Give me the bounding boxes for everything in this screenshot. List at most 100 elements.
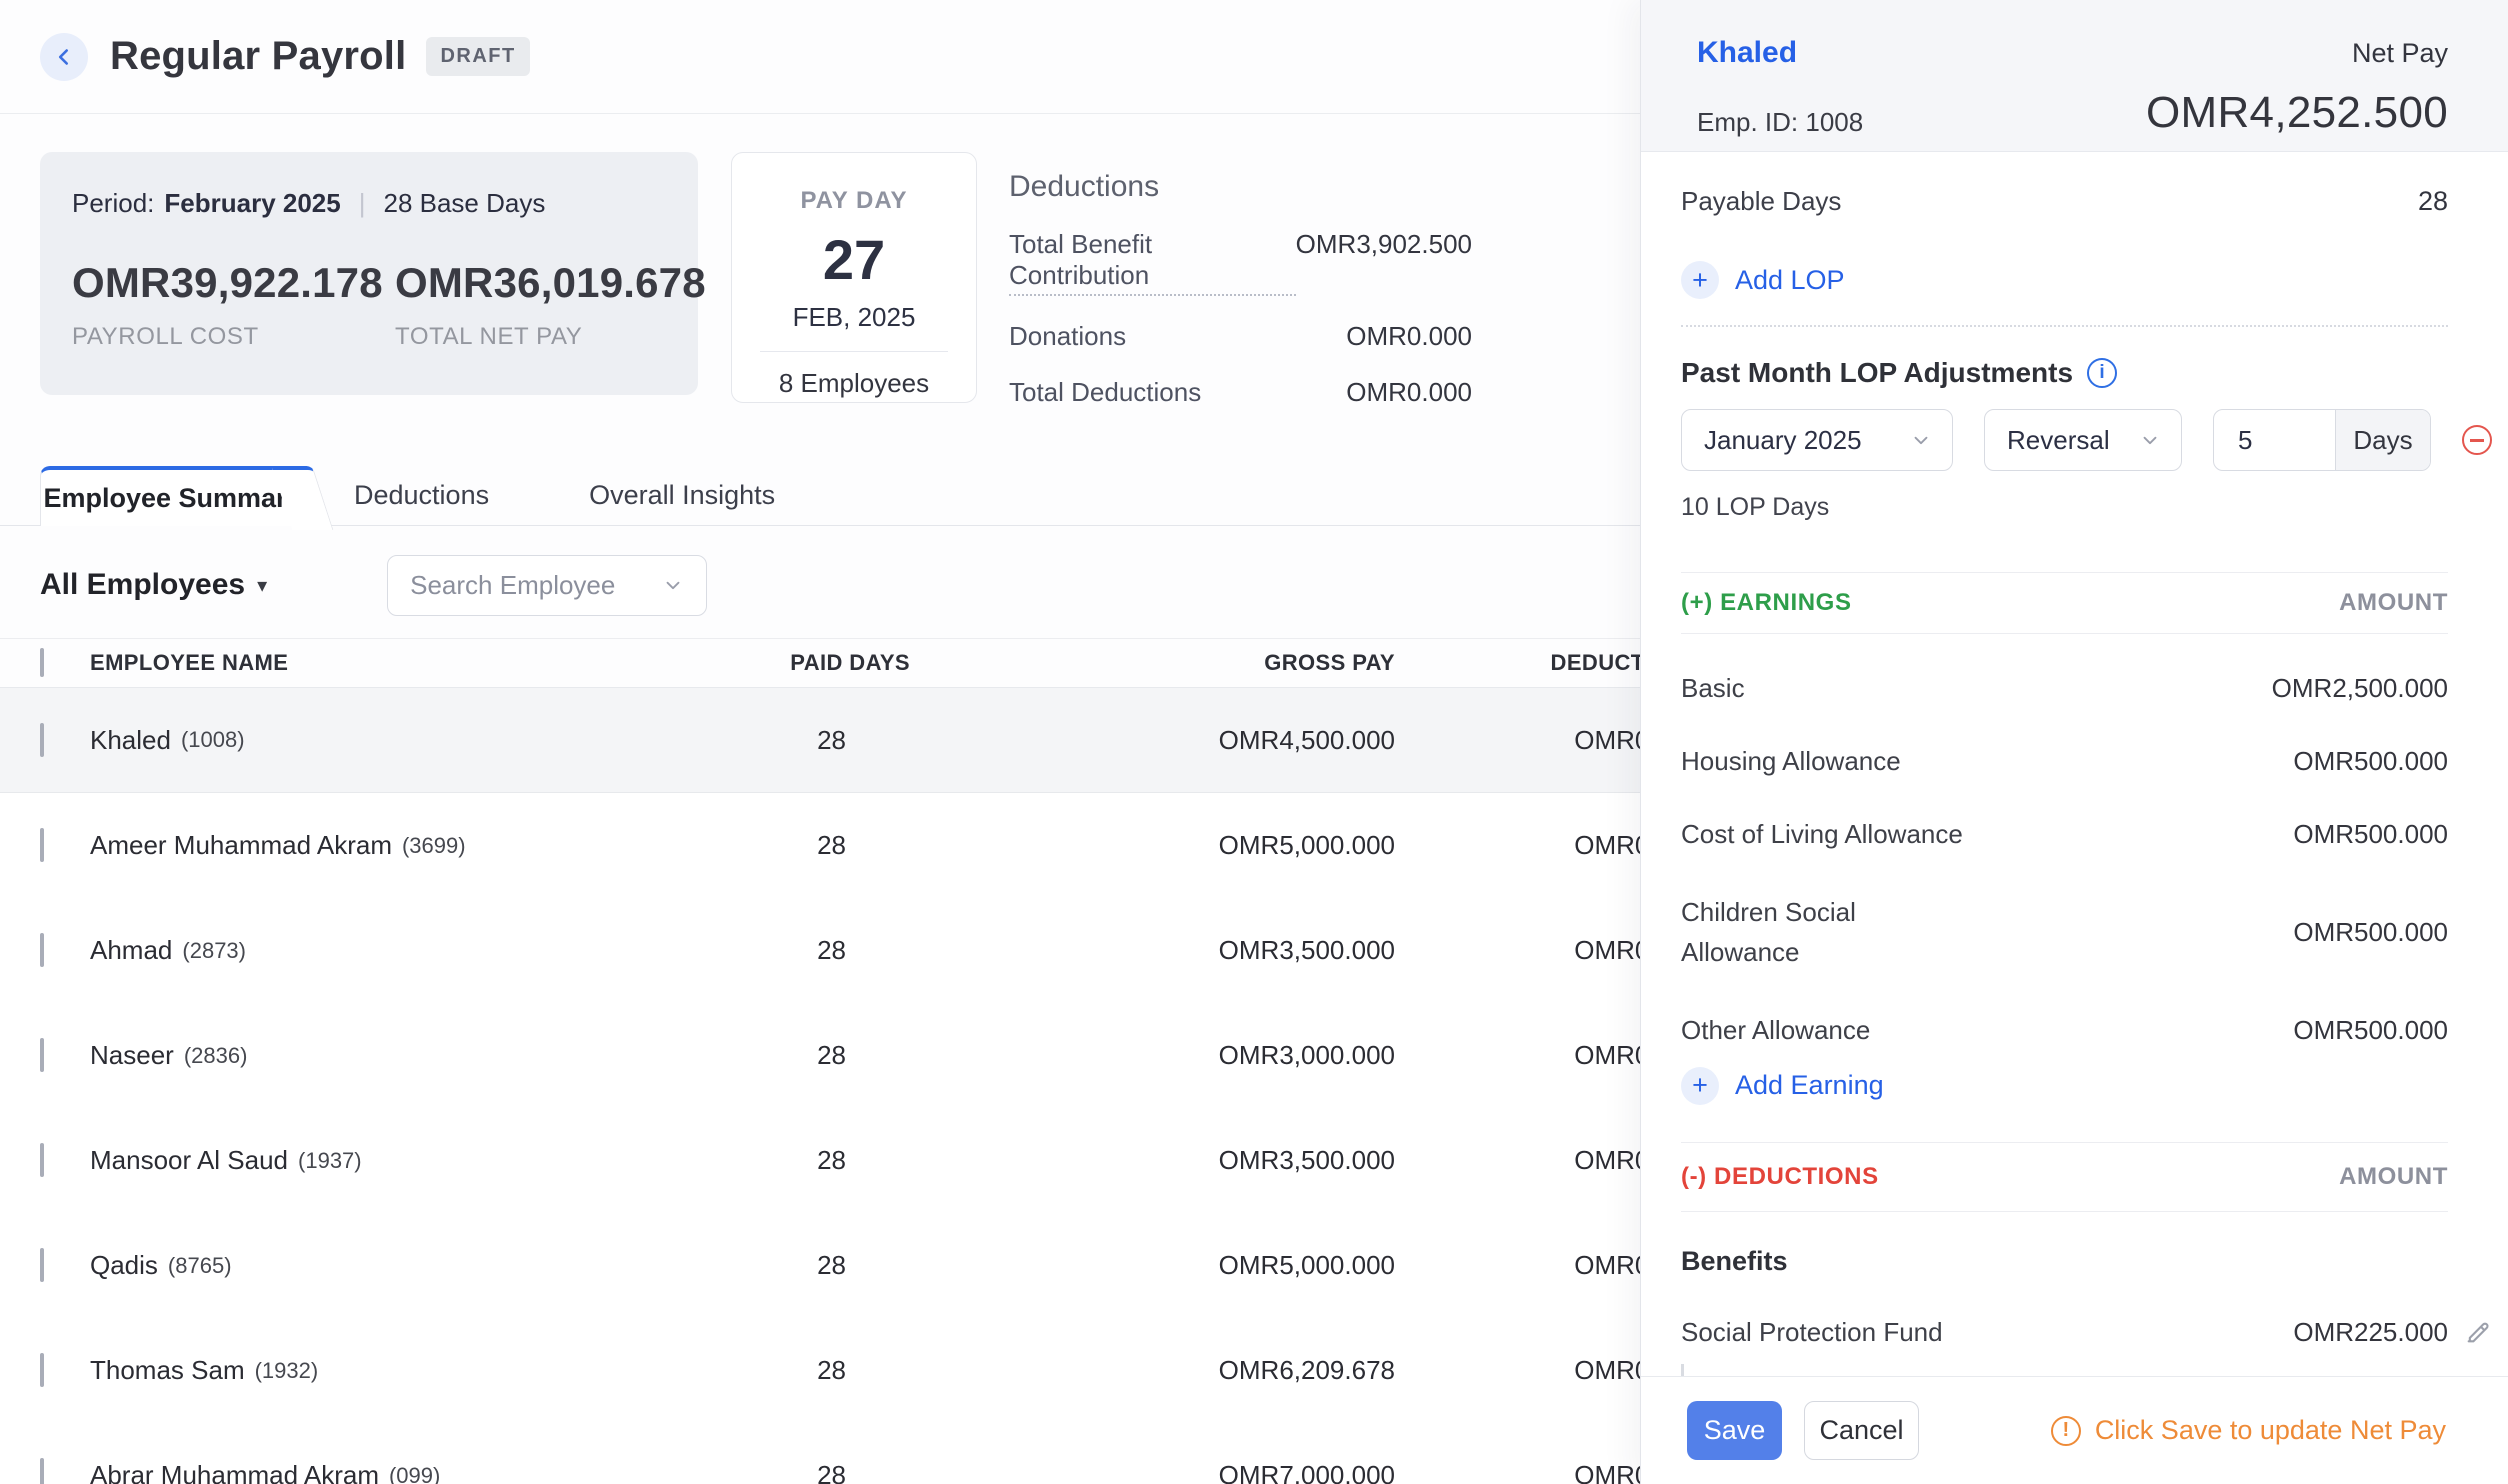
lop-days-input[interactable]: 5 [2214,410,2335,470]
gross-pay-value: OMR4,500.000 [910,725,1395,756]
period-value: February 2025 [164,188,340,219]
employee-id: (099) [389,1463,440,1484]
table-body: Khaled (1008) 28 OMR4,500.000 OMR0.000 A… [0,688,1740,1484]
employee-name: Abrar Muhammad Akram [90,1460,379,1484]
payroll-cost-figure: OMR39,922.178 PAYROLL COST [72,259,395,351]
table-row[interactable]: Mansoor Al Saud (1937) 28 OMR3,500.000 O… [0,1108,1740,1213]
add-earning-button[interactable]: + Add Earning [1681,1067,2448,1105]
employee-table: EMPLOYEE NAME PAID DAYS GROSS PAY DEDUCT… [0,638,1740,1484]
row-checkbox[interactable] [40,828,44,862]
tab-deductions[interactable]: Deductions [304,466,539,525]
chevron-down-icon [1910,429,1932,451]
gross-pay-value: OMR3,500.000 [910,935,1395,966]
lop-days-input-group: 5 Days [2213,409,2431,471]
deductions-summary-rows: Total Benefit Contribution OMR3,902.500 … [1009,229,1472,408]
warning-icon: ! [2051,1416,2081,1446]
table-row[interactable]: Qadis (8765) 28 OMR5,000.000 OMR0.000 [0,1213,1740,1318]
panel-body: Payable Days 28 + Add LOP Past Month LOP… [1641,186,2508,1411]
payday-card: PAY DAY 27 FEB, 2025 8 Employees [731,152,977,403]
info-icon[interactable]: i [2087,358,2117,388]
row-checkbox[interactable] [40,1248,44,1282]
back-button[interactable] [40,33,88,81]
paid-days-value: 28 [650,1040,910,1071]
earning-value: OMR500.000 [2293,1015,2448,1046]
earning-row: Other Allowance OMR500.000 [1681,994,2448,1067]
employee-id: (1008) [181,727,245,753]
earning-value: OMR500.000 [2293,917,2448,948]
lop-type-select[interactable]: Reversal [1984,409,2182,471]
table-row[interactable]: Ahmad (2873) 28 OMR3,500.000 OMR0.000 [0,898,1740,1003]
all-employees-dropdown[interactable]: All Employees ▾ [40,568,267,602]
search-employee-select[interactable]: Search Employee [387,555,707,616]
lop-adjustments-title: Past Month LOP Adjustments i [1681,357,2448,389]
deduction-label[interactable]: Total Benefit Contribution [1009,229,1296,296]
employee-name: Khaled [90,725,171,756]
earning-label: Cost of Living Allowance [1681,819,1963,850]
row-checkbox[interactable] [40,1353,44,1387]
fund-label: Social Protection Fund [1681,1317,1943,1348]
row-checkbox[interactable] [40,933,44,967]
earning-row: Basic OMR2,500.000 [1681,652,2448,725]
deductions-amount-label: AMOUNT [2339,1163,2448,1191]
row-checkbox[interactable] [40,1458,44,1484]
table-row[interactable]: Thomas Sam (1932) 28 OMR6,209.678 OMR0.0… [0,1318,1740,1423]
base-days: 28 Base Days [383,188,545,219]
gross-pay-value: OMR3,500.000 [910,1145,1395,1176]
benefits-group-title: Benefits [1681,1246,2448,1277]
payable-days-label: Payable Days [1681,186,1841,217]
employee-id: (2873) [182,938,246,964]
employee-name: Qadis [90,1250,158,1281]
paid-days-value: 28 [650,725,910,756]
deduction-value: OMR0.000 [1346,377,1472,408]
divider [1681,325,2448,327]
payable-days-value: 28 [2418,186,2448,217]
gross-pay-value: OMR5,000.000 [910,1250,1395,1281]
paid-days-value: 28 [650,1250,910,1281]
panel-footer: Save Cancel ! Click Save to update Net P… [1641,1376,2508,1484]
plus-icon: + [1681,261,1719,299]
lop-adjustment-row: January 2025 Reversal 5 Days [1681,409,2492,471]
tab-overall-insights[interactable]: Overall Insights [539,466,825,525]
tab-employee-summary[interactable]: Employee Summary [40,466,304,526]
earning-row: Cost of Living Allowance OMR500.000 [1681,798,2448,871]
row-checkbox[interactable] [40,723,44,757]
table-row[interactable]: Naseer (2836) 28 OMR3,000.000 OMR0.000 [0,1003,1740,1108]
employee-name-link[interactable]: Khaled [1697,36,1797,70]
select-all-checkbox[interactable] [40,648,44,677]
earning-label: Other Allowance [1681,1015,1870,1046]
deduction-label[interactable]: Total Deductions [1009,377,1201,408]
row-checkbox[interactable] [40,1038,44,1072]
col-gross-pay: GROSS PAY [910,650,1395,676]
payroll-cost-value: OMR39,922.178 [72,259,395,307]
earning-label: Basic [1681,673,1745,704]
cancel-button[interactable]: Cancel [1804,1401,1919,1460]
table-row[interactable]: Khaled (1008) 28 OMR4,500.000 OMR0.000 [0,688,1740,793]
remove-lop-row-icon[interactable] [2462,425,2492,455]
payroll-cost-label: PAYROLL COST [72,323,395,351]
all-employees-label: All Employees [40,568,245,602]
period-label: Period: [72,188,154,219]
employee-name: Naseer [90,1040,174,1071]
net-pay-value: OMR4,252.500 [2146,88,2448,138]
payroll-summary-card: Period: February 2025 | 28 Base Days OMR… [40,152,698,395]
total-net-pay-figure: OMR36,019.678 TOTAL NET PAY [395,259,718,351]
table-row[interactable]: Abrar Muhammad Akram (099) 28 OMR7,000.0… [0,1423,1740,1484]
row-checkbox[interactable] [40,1143,44,1177]
edit-pencil-icon[interactable] [2464,1318,2492,1346]
deduction-value: OMR0.000 [1346,321,1472,352]
payday-day: 27 [732,227,976,292]
paid-days-value: 28 [650,1355,910,1386]
earning-value: OMR2,500.000 [2272,673,2448,704]
earnings-section-header: (+) EARNINGS AMOUNT [1681,572,2448,634]
add-lop-label: Add LOP [1735,265,1845,296]
employee-name: Thomas Sam [90,1355,245,1386]
add-lop-button[interactable]: + Add LOP [1681,261,2448,299]
save-button[interactable]: Save [1687,1401,1782,1460]
gross-pay-value: OMR6,209.678 [910,1355,1395,1386]
warning-text: Click Save to update Net Pay [2095,1415,2446,1446]
deduction-label[interactable]: Donations [1009,321,1126,352]
lop-month-select[interactable]: January 2025 [1681,409,1953,471]
table-row[interactable]: Ameer Muhammad Akram (3699) 28 OMR5,000.… [0,793,1740,898]
earning-value: OMR500.000 [2293,819,2448,850]
deduction-value: OMR3,902.500 [1296,229,1472,296]
